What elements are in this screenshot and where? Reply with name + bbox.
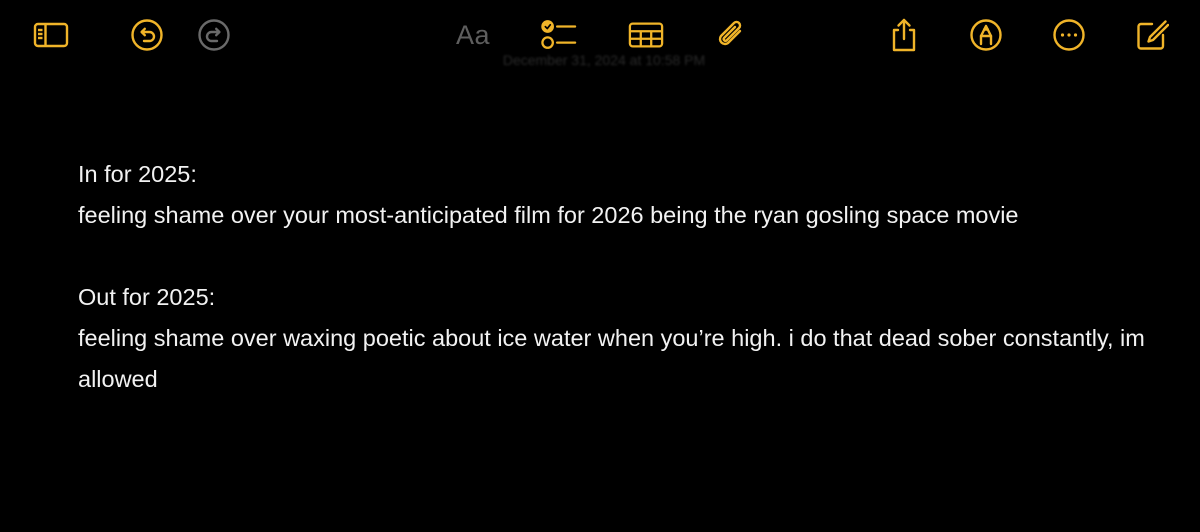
- paperclip-icon: [718, 20, 742, 46]
- attachment-button[interactable]: [712, 17, 748, 53]
- more-ellipsis-icon: [1053, 19, 1085, 51]
- redo-button[interactable]: [196, 17, 232, 53]
- checklist-button[interactable]: [541, 17, 577, 53]
- format-button[interactable]: Aa: [452, 17, 494, 53]
- note-date: December 31, 2024 at 10:58 PM: [502, 52, 706, 68]
- note-line: feeling shame over your most-anticipated…: [78, 202, 1019, 228]
- sidebar-button[interactable]: [33, 17, 69, 53]
- share-button[interactable]: [886, 17, 922, 53]
- markup-button[interactable]: [968, 17, 1004, 53]
- undo-icon: [131, 19, 163, 51]
- compose-icon: [1137, 20, 1169, 50]
- checklist-icon: [541, 20, 577, 49]
- table-icon: [628, 22, 664, 48]
- note-text-area[interactable]: In for 2025: feeling shame over your mos…: [78, 154, 1158, 400]
- note-line: feeling shame over waxing poetic about i…: [78, 325, 1145, 392]
- note-line: Out for 2025:: [78, 284, 216, 310]
- sidebar-icon: [33, 22, 69, 48]
- more-button[interactable]: [1051, 17, 1087, 53]
- format-text-icon: Aa: [455, 19, 491, 50]
- share-icon: [892, 18, 916, 52]
- undo-button[interactable]: [129, 17, 165, 53]
- table-button[interactable]: [628, 17, 664, 53]
- markup-pen-icon: [970, 19, 1002, 51]
- redo-icon: [198, 19, 230, 51]
- compose-button[interactable]: [1134, 17, 1170, 53]
- note-line: [78, 236, 1158, 277]
- note-line: In for 2025:: [78, 161, 197, 187]
